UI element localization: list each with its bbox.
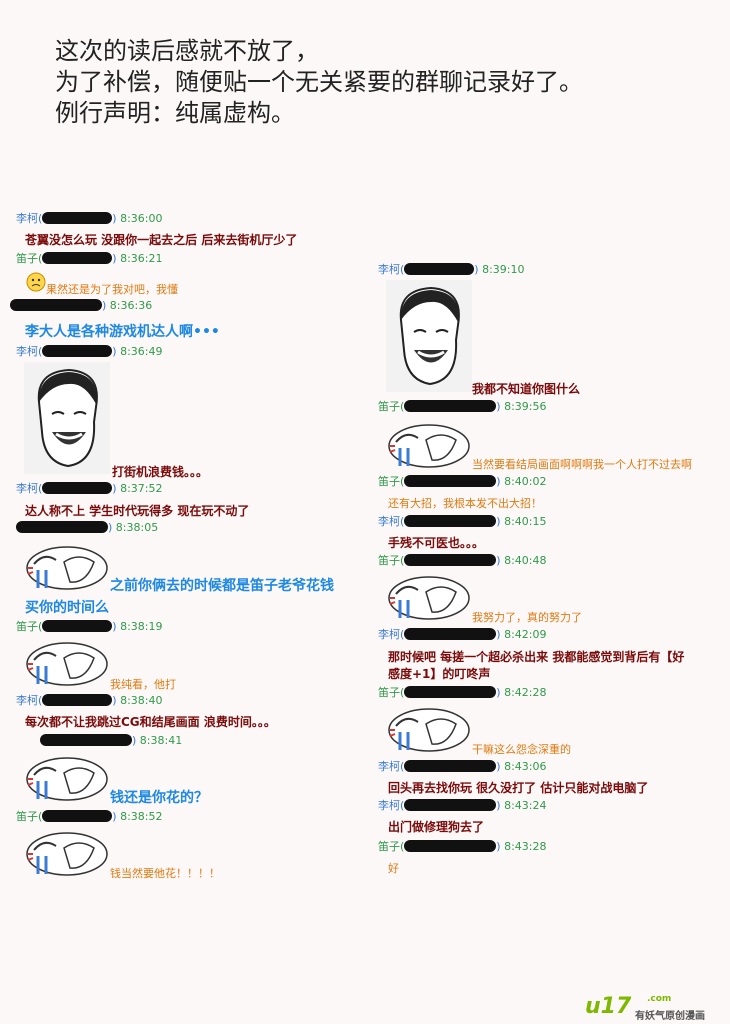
message-text: 打街机浪费钱。。。 bbox=[112, 465, 209, 479]
redacted-id bbox=[404, 760, 497, 772]
message-text: 之前你俩去的时候都是笛子老爷花钱 bbox=[110, 578, 334, 594]
intro-line-2: 为了补偿，随便贴一个无关紧要的群聊记录好了。 bbox=[55, 68, 583, 96]
redacted-id bbox=[404, 400, 497, 412]
message-text: 我都不知道你图什么 bbox=[472, 382, 581, 396]
redacted-id bbox=[404, 554, 497, 566]
msg-header: 笛子() 8:38:19 bbox=[16, 620, 163, 633]
laughing-face-icon bbox=[24, 362, 110, 478]
msg-header: 李柯() 8:37:52 bbox=[16, 482, 163, 495]
msg-header: 笛子() 8:38:52 bbox=[16, 810, 163, 823]
redacted-id bbox=[42, 252, 113, 264]
msg-header: ) 8:38:05 bbox=[16, 521, 158, 535]
msg-header: 李柯() 8:43:06 bbox=[378, 760, 547, 773]
redacted-id bbox=[404, 799, 497, 811]
msg-header: 笛子() 8:39:56 bbox=[378, 400, 547, 413]
msg-header: 笛子() 8:43:28 bbox=[378, 840, 547, 853]
msg-header: 李柯() 8:42:09 bbox=[378, 628, 547, 641]
message-text: 我努力了，真的努力了 bbox=[472, 611, 582, 624]
crying-face-icon bbox=[24, 830, 110, 882]
message-text: 当然要看结局画面啊啊啊我一个人打不过去啊 bbox=[472, 458, 692, 471]
msg-header: 笛子() 8:40:48 bbox=[378, 554, 547, 567]
redacted-id bbox=[40, 734, 132, 746]
redacted-id bbox=[404, 263, 475, 275]
message-text: 达人称不上 学生时代玩得多 现在玩不动了 bbox=[25, 504, 250, 518]
redacted-id bbox=[404, 686, 497, 698]
crying-face-icon bbox=[24, 544, 110, 596]
msg-header: ) 8:38:41 bbox=[40, 734, 182, 748]
sad-face-icon bbox=[26, 272, 46, 296]
redacted-id bbox=[404, 628, 497, 640]
crying-face-icon bbox=[24, 640, 110, 692]
message-text: 感度+1】的叮咚声 bbox=[388, 667, 491, 681]
crying-face-icon bbox=[386, 706, 472, 758]
message-text: 那时候吧 每搓一个超必杀出来 我都能感觉到背后有【好 bbox=[388, 650, 685, 664]
msg-header: 李柯() 8:43:24 bbox=[378, 799, 547, 812]
message-text: 干嘛这么怨念深重的 bbox=[472, 743, 571, 756]
msg-header: 笛子() 8:36:21 bbox=[16, 252, 163, 265]
msg-header: 李柯() 8:39:10 bbox=[378, 263, 525, 276]
msg-header: 李柯() 8:38:40 bbox=[16, 694, 163, 707]
laughing-face-icon bbox=[386, 280, 472, 396]
message-text: 钱当然要他花！！！！ bbox=[110, 867, 220, 880]
message-text: 钱还是你花的？ bbox=[110, 790, 208, 806]
message-text: 每次都不让我跳过CG和结尾画面 浪费时间。。。 bbox=[25, 715, 276, 729]
msg-header: 笛子() 8:40:02 bbox=[378, 475, 547, 488]
message-text: 出门做修理狗去了 bbox=[388, 820, 485, 834]
redacted-id bbox=[42, 212, 113, 224]
redacted-id bbox=[404, 515, 497, 527]
intro-line-1: 这次的读后感就不放了， bbox=[55, 37, 319, 65]
redacted-id bbox=[42, 345, 113, 357]
msg-header: 笛子() 8:42:28 bbox=[378, 686, 547, 699]
u17-logo: u17 .com 有妖气原创漫画 bbox=[585, 994, 705, 1022]
msg-header: 李柯() 8:40:15 bbox=[378, 515, 547, 528]
message-text: 还有大招，我根本发不出大招！ bbox=[388, 497, 542, 510]
redacted-id bbox=[404, 475, 497, 487]
redacted-id bbox=[42, 810, 113, 822]
redacted-id bbox=[16, 521, 108, 533]
message-text: 我纯看，他打 bbox=[110, 678, 176, 691]
crying-face-icon bbox=[386, 422, 472, 474]
crying-face-icon bbox=[24, 755, 110, 807]
redacted-id bbox=[42, 482, 113, 494]
intro-line-3: 例行声明：纯属虚构。 bbox=[55, 99, 295, 127]
message-text: 果然还是为了我对吧，我懂 bbox=[46, 283, 178, 296]
message-text: 买你的时间么 bbox=[25, 600, 109, 616]
message-text: 李大人是各种游戏机达人啊••• bbox=[25, 324, 220, 340]
redacted-id bbox=[42, 620, 113, 632]
msg-header: 李柯() 8:36:00 bbox=[16, 212, 163, 225]
redacted-id bbox=[10, 299, 102, 311]
message-text: 回头再去找你玩 很久没打了 估计只能对战电脑了 bbox=[388, 781, 649, 795]
msg-header: ) 8:36:36 bbox=[10, 299, 152, 313]
redacted-id bbox=[42, 694, 113, 706]
intro-text: 这次的读后感就不放了， 为了补偿，随便贴一个无关紧要的群聊记录好了。 例行声明：… bbox=[55, 36, 583, 129]
msg-header: 李柯() 8:36:49 bbox=[16, 345, 163, 358]
message-text: 手残不可医也。。。 bbox=[388, 536, 485, 550]
redacted-id bbox=[404, 840, 497, 852]
message-text: 苍翼没怎么玩 没跟你一起去之后 后来去街机厅少了 bbox=[25, 233, 298, 247]
message-text: 好 bbox=[388, 862, 399, 875]
crying-face-icon bbox=[386, 574, 472, 626]
